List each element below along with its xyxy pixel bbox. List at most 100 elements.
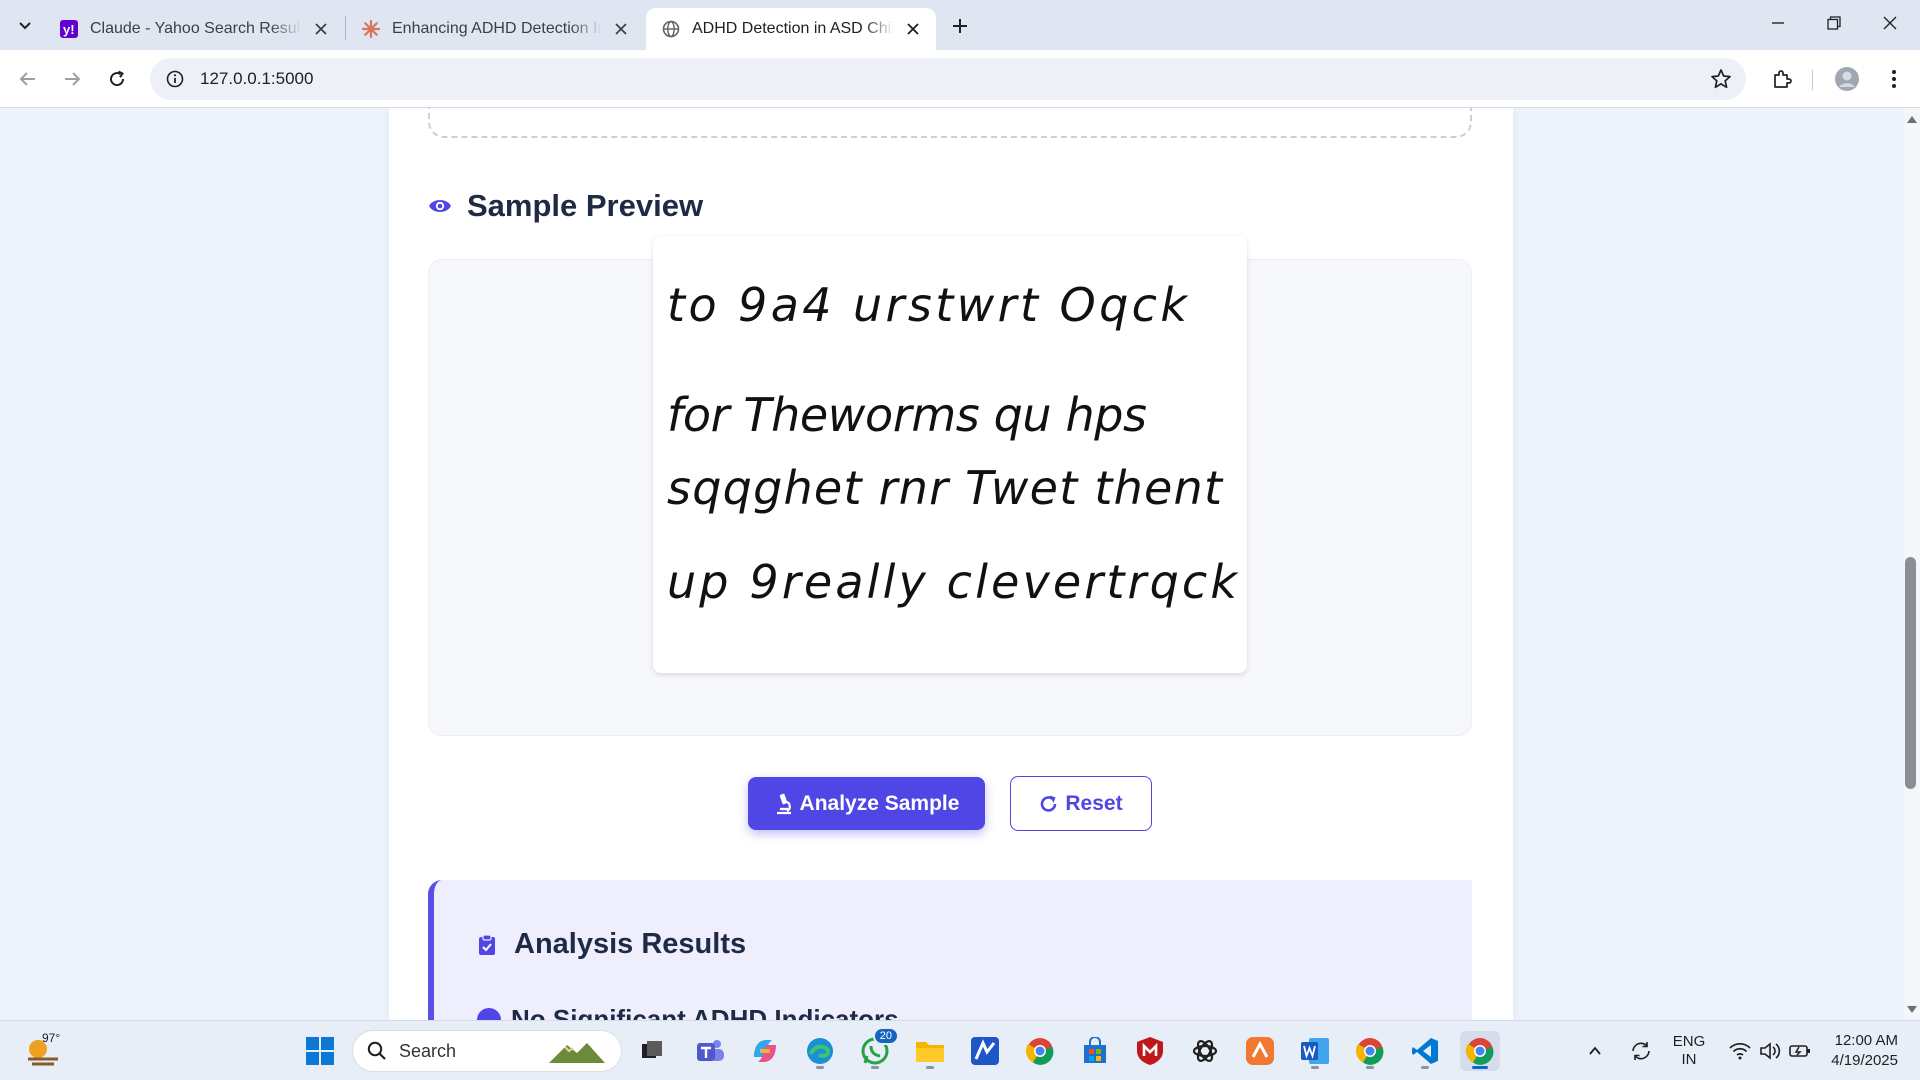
taskbar-search-box[interactable]: Search bbox=[352, 1030, 622, 1072]
reset-button[interactable]: Reset bbox=[1010, 776, 1152, 831]
task-view-icon bbox=[642, 1041, 662, 1058]
language-indicator[interactable]: ENG IN bbox=[1670, 1033, 1708, 1069]
tab-yahoo[interactable]: y! Claude - Yahoo Search Results bbox=[44, 8, 344, 50]
taskbar-chrome-profile[interactable] bbox=[1350, 1031, 1390, 1071]
start-button[interactable] bbox=[300, 1031, 340, 1071]
result-status: No Significant ADHD Indicators bbox=[477, 1004, 899, 1020]
reset-button-label: Reset bbox=[1065, 791, 1123, 815]
word-icon bbox=[1301, 1038, 1329, 1064]
more-vertical-icon bbox=[1892, 70, 1896, 88]
close-icon[interactable] bbox=[610, 18, 632, 40]
running-indicator bbox=[1421, 1066, 1429, 1069]
taskbar-store[interactable] bbox=[1075, 1031, 1115, 1071]
running-indicator bbox=[926, 1066, 934, 1069]
yahoo-icon: y! bbox=[60, 20, 78, 38]
running-indicator bbox=[871, 1066, 879, 1069]
handwriting-line: sqqghet rnr Twet thent bbox=[667, 461, 1224, 515]
upload-dropzone[interactable] bbox=[428, 108, 1472, 138]
browser-toolbar: 127.0.0.1:5000 bbox=[0, 50, 1920, 108]
scroll-down-arrow-icon[interactable] bbox=[1906, 1005, 1918, 1015]
taskbar-task-view[interactable] bbox=[632, 1031, 672, 1071]
check-circle-icon bbox=[477, 1007, 501, 1020]
taskbar-teams[interactable] bbox=[690, 1031, 730, 1071]
tray-sync[interactable] bbox=[1624, 1031, 1658, 1071]
back-button[interactable] bbox=[12, 63, 44, 95]
chrome-icon bbox=[1025, 1038, 1054, 1065]
main-card: Sample Preview to 9a4 urstwrt Oqck for T… bbox=[389, 108, 1513, 1020]
arrow-right-icon bbox=[65, 72, 81, 86]
close-window-button[interactable] bbox=[1862, 0, 1918, 46]
chrome-icon bbox=[1355, 1038, 1384, 1065]
sync-icon bbox=[1632, 1042, 1650, 1060]
redo-icon bbox=[1041, 795, 1057, 812]
reload-button[interactable] bbox=[101, 63, 133, 95]
page-viewport: Sample Preview to 9a4 urstwrt Oqck for T… bbox=[0, 108, 1904, 1020]
tab-adhd-detection[interactable]: ADHD Detection in ASD Childre bbox=[646, 8, 936, 50]
app-orange-icon bbox=[1246, 1037, 1274, 1065]
chatgpt-icon bbox=[1192, 1040, 1218, 1062]
weather-temp: 97° bbox=[42, 1031, 61, 1045]
analysis-results-title: Analysis Results bbox=[514, 928, 747, 960]
taskbar-chrome[interactable] bbox=[1020, 1031, 1060, 1071]
reload-icon bbox=[110, 70, 125, 87]
taskbar-mcafee[interactable] bbox=[1130, 1031, 1170, 1071]
microscope-icon bbox=[776, 793, 791, 814]
chevron-up-icon bbox=[1589, 1046, 1601, 1055]
taskbar-app-orange[interactable] bbox=[1240, 1031, 1280, 1071]
avatar-icon bbox=[1835, 67, 1859, 91]
close-icon[interactable] bbox=[310, 18, 332, 40]
profile-avatar[interactable] bbox=[1831, 63, 1863, 95]
restore-button[interactable] bbox=[1806, 0, 1862, 46]
scrollbar-thumb[interactable] bbox=[1905, 557, 1916, 789]
browser-menu-button[interactable] bbox=[1878, 63, 1910, 95]
running-indicator bbox=[1366, 1066, 1374, 1069]
tray-status-group[interactable] bbox=[1720, 1031, 1820, 1071]
teams-icon bbox=[697, 1040, 724, 1061]
taskbar-vscode[interactable] bbox=[1405, 1031, 1445, 1071]
taskbar-word[interactable] bbox=[1295, 1031, 1335, 1071]
taskbar-chatgpt[interactable] bbox=[1185, 1031, 1225, 1071]
restore-icon bbox=[1827, 16, 1841, 30]
forward-button[interactable] bbox=[56, 63, 88, 95]
system-clock[interactable]: 12:00 AM 4/19/2025 bbox=[1831, 1031, 1898, 1071]
tab-search-button[interactable] bbox=[10, 10, 40, 40]
minimize-button[interactable] bbox=[1750, 0, 1806, 46]
url-text: 127.0.0.1:5000 bbox=[200, 69, 314, 88]
tab-strip: y! Claude - Yahoo Search Results Enhanci… bbox=[0, 0, 1920, 50]
taskbar-whatsapp[interactable]: 20 bbox=[855, 1027, 899, 1071]
chrome-icon bbox=[1465, 1038, 1494, 1065]
close-icon[interactable] bbox=[902, 18, 924, 40]
analyze-sample-button[interactable]: Analyze Sample bbox=[748, 777, 985, 830]
language-code: ENG bbox=[1672, 1033, 1706, 1050]
svg-text:y!: y! bbox=[63, 22, 75, 37]
result-status-text: No Significant ADHD Indicators bbox=[511, 1004, 899, 1020]
search-label: Search bbox=[399, 1040, 457, 1061]
tab-title: Enhancing ADHD Detection Inte bbox=[392, 20, 602, 37]
store-icon bbox=[1084, 1037, 1106, 1063]
region-code: IN bbox=[1681, 1051, 1697, 1068]
search-highlight-mountain-icon bbox=[549, 1043, 605, 1063]
new-tab-button[interactable] bbox=[945, 11, 975, 41]
handwriting-sample: to 9a4 urstwrt Oqck for Theworms qu hps … bbox=[667, 278, 1239, 609]
taskbar-copilot[interactable] bbox=[745, 1031, 785, 1071]
scroll-up-arrow-icon[interactable] bbox=[1906, 114, 1918, 124]
notification-badge: 20 bbox=[872, 1027, 899, 1045]
extensions-button[interactable] bbox=[1766, 63, 1798, 95]
folder-icon bbox=[916, 1042, 944, 1062]
site-info-icon[interactable] bbox=[164, 68, 186, 90]
plus-icon bbox=[953, 19, 967, 33]
analyze-button-label: Analyze Sample bbox=[799, 791, 960, 815]
analysis-results-header: Analysis Results bbox=[474, 928, 746, 961]
address-bar[interactable]: 127.0.0.1:5000 bbox=[150, 58, 1746, 100]
eye-icon bbox=[427, 193, 453, 219]
bookmark-star-icon[interactable] bbox=[1710, 68, 1732, 90]
tab-enhancing-adhd[interactable]: Enhancing ADHD Detection Inte bbox=[346, 8, 644, 50]
handwriting-line: to 9a4 urstwrt Oqck bbox=[667, 278, 1189, 332]
show-hidden-icons-button[interactable] bbox=[1580, 1031, 1610, 1071]
running-indicator bbox=[1472, 1066, 1488, 1069]
taskbar-chrome-active[interactable] bbox=[1460, 1031, 1500, 1071]
vscode-icon bbox=[1412, 1038, 1438, 1064]
taskbar-file-explorer[interactable] bbox=[910, 1031, 950, 1071]
taskbar-app-blue[interactable] bbox=[965, 1031, 1005, 1071]
taskbar-edge[interactable] bbox=[800, 1031, 840, 1071]
